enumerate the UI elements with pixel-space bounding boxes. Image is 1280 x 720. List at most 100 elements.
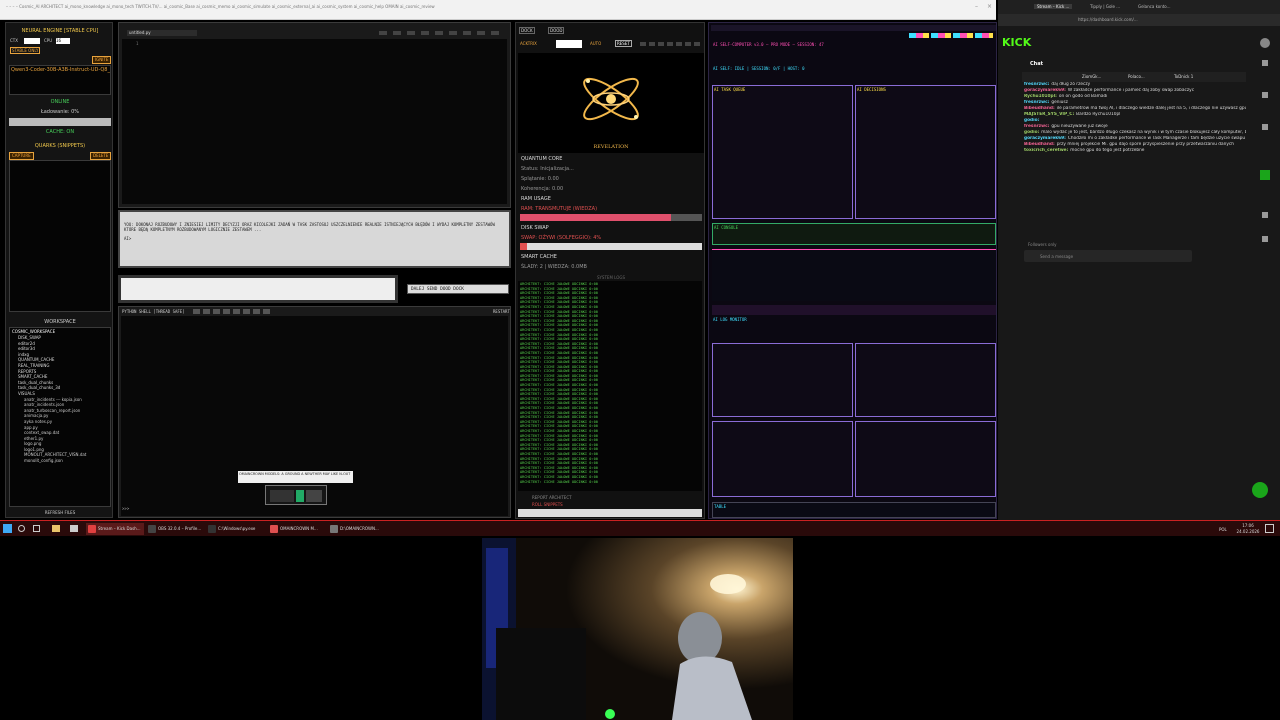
minimize-icon[interactable]: – bbox=[975, 4, 981, 10]
chat-username[interactable]: toxicrich_ceretwe: bbox=[1024, 148, 1068, 153]
header-user-2[interactable]: ToDnick 1 bbox=[1174, 74, 1193, 79]
ai-footer-input[interactable]: TABLE bbox=[712, 502, 996, 518]
ai-footer-label: TABLE bbox=[714, 504, 727, 509]
chat-username[interactable]: godio: bbox=[1024, 118, 1039, 123]
chat-message[interactable]: toxicrich_ceretwe: mocne gpu do tego jest… bbox=[1024, 148, 1246, 154]
start-icon[interactable] bbox=[3, 524, 12, 533]
taskbar-item[interactable]: OBS 32.0.4 – Profile... bbox=[146, 523, 204, 535]
ai-box-4[interactable] bbox=[855, 343, 996, 417]
thumbnail-preview[interactable] bbox=[265, 485, 327, 505]
kick-logo[interactable]: KICK bbox=[1002, 36, 1031, 49]
top-tabs-text[interactable]: – – – – Cosmic_AI ARCHITECT ai_mono_know… bbox=[6, 4, 446, 9]
webcam-image bbox=[482, 538, 793, 720]
workspace-tree[interactable]: COSMIC_WORKSPACE DISK_SWAP editor2d editor… bbox=[9, 327, 111, 507]
thumb-window-c bbox=[306, 490, 322, 502]
close-icon[interactable]: × bbox=[987, 4, 993, 10]
reset-button[interactable]: RESET bbox=[615, 40, 632, 47]
taskbar-item[interactable]: OMAINCROWN M... bbox=[268, 523, 326, 535]
sidebar-icon-4[interactable] bbox=[1260, 170, 1270, 180]
tree-file-item[interactable]: monolit_config.json bbox=[10, 458, 110, 464]
url-text[interactable]: https://dashboard.kick.com/... bbox=[1078, 17, 1138, 22]
chat-title: Chat bbox=[1030, 61, 1043, 67]
ai-task-queue[interactable]: AI TASK QUEUE bbox=[712, 85, 853, 219]
chat-username[interactable]: godio: bbox=[1024, 130, 1039, 135]
header-user-1[interactable]: Polaco... bbox=[1128, 74, 1145, 79]
header-user-0[interactable]: ZiomGk... bbox=[1082, 74, 1101, 79]
active-label[interactable]: ACKTRIX bbox=[520, 41, 537, 46]
sidebar-icon-5[interactable] bbox=[1262, 212, 1268, 218]
chat-username[interactable]: fresnrzwc: bbox=[1024, 82, 1049, 87]
notification-icon[interactable] bbox=[1265, 524, 1274, 533]
browser-tab-1[interactable]: Tipply | Gole ... bbox=[1090, 4, 1120, 9]
chat-username[interactable]: goraczymarek69: bbox=[1024, 88, 1066, 93]
tooltip-popup: OMAINCROWN MODELS: A GROUND A NEWTHER MA… bbox=[238, 471, 353, 483]
cpu-input[interactable]: 16 bbox=[56, 38, 70, 44]
ai-console[interactable]: AI CONSOLE bbox=[712, 223, 996, 245]
taskbar-item[interactable]: Stream – Kick Dash... bbox=[86, 523, 144, 535]
chat-username[interactable]: Bibeudhand: bbox=[1024, 106, 1055, 111]
address-bar[interactable]: https://dashboard.kick.com/... bbox=[998, 14, 1280, 26]
ctx-input[interactable] bbox=[24, 38, 40, 44]
ai-box-5[interactable] bbox=[712, 421, 853, 497]
taskbar-item[interactable]: C:\Windows\py.exe bbox=[206, 523, 264, 535]
task-view-icon[interactable] bbox=[33, 525, 40, 532]
clock-time[interactable]: 17:06 bbox=[1236, 523, 1260, 528]
code-area[interactable]: 1 bbox=[122, 39, 507, 204]
editor-toolbar[interactable] bbox=[379, 31, 499, 35]
prompt-box[interactable]: YOU: DOKONAJ ROZBUDOWY I ZNIESIEJ LIMITY… bbox=[118, 210, 511, 268]
shell-toolbar[interactable] bbox=[193, 309, 273, 314]
prompt-text: YOU: DOKONAJ ROZBUDOWY I ZNIESIEJ LIMITY… bbox=[124, 222, 495, 232]
editor-tab[interactable]: untitled.py bbox=[127, 30, 197, 36]
ignite-button[interactable]: IGNITE bbox=[92, 56, 112, 64]
ai-toolbar[interactable] bbox=[909, 33, 993, 38]
refresh-files-button[interactable]: REFRESH FILES bbox=[6, 510, 114, 515]
browser-tab-2[interactable]: Gelanca konto... bbox=[1138, 4, 1171, 9]
chat-text: geniusz bbox=[1051, 100, 1068, 105]
tree-root[interactable]: COSMIC_WORKSPACE bbox=[10, 328, 110, 335]
tab-dood[interactable]: DOOD bbox=[548, 27, 565, 34]
chat-username[interactable]: Bibeudhand: bbox=[1024, 142, 1055, 147]
ai-box-6[interactable] bbox=[855, 421, 996, 497]
active-input[interactable] bbox=[556, 40, 582, 48]
taskbar-item-label: D:\OMAINCROWN... bbox=[340, 526, 379, 531]
chat-username[interactable]: goraczymarek69: bbox=[1024, 136, 1066, 141]
smart-cache-title: SMART CACHE bbox=[521, 254, 557, 260]
chat-username[interactable]: fresnrzwc: bbox=[1024, 124, 1049, 129]
sidebar-icon-1[interactable] bbox=[1262, 60, 1268, 66]
model-select[interactable]: Qwen3-Coder-30B-A3B-Instruct-UD-Q8_K_XL bbox=[9, 65, 111, 95]
mail-icon[interactable] bbox=[70, 525, 78, 532]
ai-box-3[interactable] bbox=[712, 343, 853, 417]
sidebar-icon-6[interactable] bbox=[1262, 236, 1268, 242]
input-field[interactable] bbox=[118, 275, 398, 303]
search-icon[interactable] bbox=[18, 525, 25, 532]
chat-username[interactable]: fresnrzwc: bbox=[1024, 100, 1049, 105]
delete-button[interactable]: DELETE bbox=[90, 152, 112, 160]
ai-decisions[interactable]: AI DECISIONS bbox=[855, 85, 996, 219]
folder-icon[interactable] bbox=[52, 525, 60, 532]
kick-fab-icon[interactable] bbox=[1252, 482, 1268, 498]
chat-username[interactable]: MAJSTER_SYS_VIP_C: bbox=[1024, 112, 1074, 117]
quantum-toolbar[interactable] bbox=[640, 42, 702, 46]
taskbar-app-icon bbox=[208, 525, 216, 533]
snippets-list[interactable] bbox=[9, 160, 111, 312]
sidebar-icon-3[interactable] bbox=[1262, 124, 1268, 130]
sidebar-icon-2[interactable] bbox=[1262, 92, 1268, 98]
decisions-title: AI DECISIONS bbox=[857, 87, 886, 92]
system-logs[interactable]: ARCHITEKT: CICHE JAŁOWE ODCINKI 0:00 ARCH… bbox=[518, 281, 702, 491]
clock-date[interactable]: 24.02.2026 bbox=[1236, 529, 1260, 534]
chat-username[interactable]: Rychu1010pl: bbox=[1024, 94, 1057, 99]
chat-text: przy mniej projekcie Mi. gpu dajo spore … bbox=[1056, 142, 1234, 147]
koherencja: Koherencja: 0.00 bbox=[521, 186, 564, 192]
taskbar-item[interactable]: D:\OMAINCROWN... bbox=[328, 523, 386, 535]
tab-dock[interactable]: DOCK bbox=[519, 27, 535, 34]
stable-badge[interactable]: STABLE ONLY bbox=[10, 47, 41, 54]
auto-toggle[interactable]: AUTO bbox=[590, 41, 601, 46]
lang-indicator[interactable]: POL bbox=[1219, 527, 1227, 532]
capture-button[interactable]: CAPTURE bbox=[9, 152, 34, 160]
restart-button[interactable]: RESTART bbox=[493, 309, 510, 314]
send-button[interactable]: DALEJ SEND DOOD DOCK bbox=[407, 284, 509, 294]
browser-tab-0[interactable]: Stream – Kick ... bbox=[1034, 4, 1073, 9]
ram-title: RAM USAGE bbox=[521, 196, 551, 202]
ai-log-area[interactable] bbox=[712, 249, 996, 301]
chat-input[interactable]: Send a message bbox=[1024, 250, 1192, 262]
